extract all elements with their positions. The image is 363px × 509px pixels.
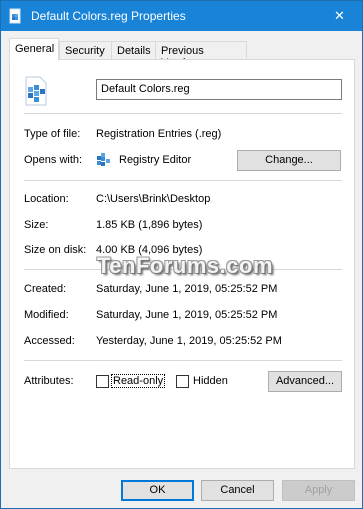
tab-label: Security [65, 45, 105, 57]
change-button-label: Change... [265, 154, 313, 166]
location-value: C:\Users\Brink\Desktop [96, 193, 211, 205]
hidden-checkbox[interactable] [176, 375, 189, 388]
hidden-label[interactable]: Hidden [193, 375, 228, 387]
apply-button[interactable]: Apply [282, 480, 355, 501]
tab-general[interactable]: General [9, 38, 59, 61]
title-bar[interactable]: Default Colors.reg Properties ✕ [1, 1, 362, 31]
separator [24, 180, 342, 181]
cancel-button[interactable]: Cancel [201, 480, 274, 501]
location-label: Location: [24, 193, 69, 205]
separator [24, 113, 342, 114]
read-only-checkbox[interactable] [96, 375, 109, 388]
window-title: Default Colors.reg Properties [31, 9, 186, 23]
accessed-label: Accessed: [24, 335, 75, 347]
ok-button[interactable]: OK [121, 480, 194, 501]
size-value: 1.85 KB (1,896 bytes) [96, 219, 203, 231]
opens-with-label: Opens with: [24, 154, 83, 166]
modified-label: Modified: [24, 309, 69, 321]
advanced-button[interactable]: Advanced... [268, 371, 342, 392]
close-icon: ✕ [334, 8, 345, 23]
opens-with-value: Registry Editor [119, 154, 192, 166]
tab-strip: General Security Details Previous Versio… [9, 38, 354, 69]
separator [24, 360, 342, 361]
accessed-value: Yesterday, June 1, 2019, 05:25:52 PM [96, 335, 282, 347]
tab-previous-versions[interactable]: Previous Versions [155, 41, 247, 69]
file-name-input[interactable]: Default Colors.reg [96, 79, 342, 100]
size-on-disk-label: Size on disk: [24, 244, 87, 256]
apply-button-label: Apply [304, 484, 333, 496]
registry-file-icon [9, 8, 21, 24]
type-of-file-value: Registration Entries (.reg) [96, 128, 222, 140]
tab-label: General [15, 43, 55, 55]
watermark: TenForums.com [97, 253, 274, 278]
cancel-button-label: Cancel [220, 484, 255, 496]
advanced-button-label: Advanced... [275, 375, 335, 387]
size-label: Size: [24, 219, 49, 231]
created-label: Created: [24, 283, 67, 295]
properties-dialog: Default Colors.reg Properties ✕ General … [0, 0, 363, 509]
ok-button-label: OK [149, 484, 166, 496]
tab-details[interactable]: Details [111, 41, 156, 60]
created-value: Saturday, June 1, 2019, 05:25:52 PM [96, 283, 278, 295]
tab-label: Details [117, 45, 151, 57]
type-of-file-label: Type of file: [24, 128, 81, 140]
read-only-label[interactable]: Read-only [110, 374, 166, 388]
tab-security[interactable]: Security [59, 41, 112, 60]
close-button[interactable]: ✕ [317, 1, 362, 31]
registry-editor-icon [97, 153, 110, 166]
modified-value: Saturday, June 1, 2019, 05:25:52 PM [96, 309, 278, 321]
change-button[interactable]: Change... [237, 150, 341, 171]
attributes-label: Attributes: [24, 375, 74, 387]
registry-file-icon [25, 76, 47, 106]
